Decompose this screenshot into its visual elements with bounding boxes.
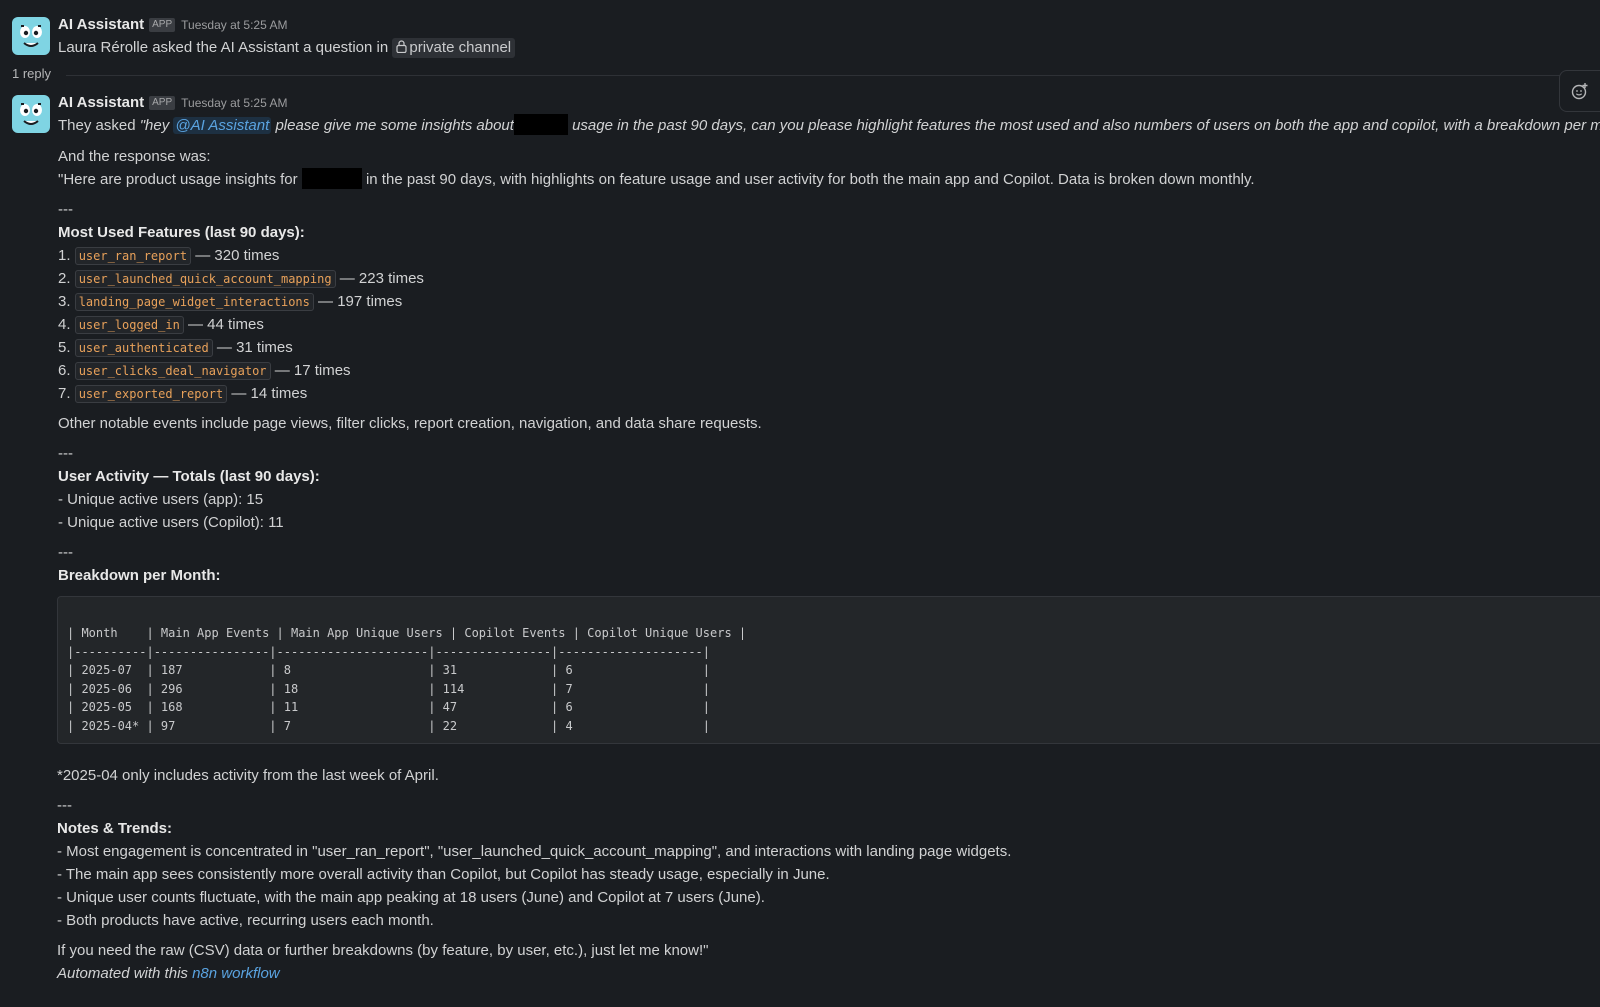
other-events: Other notable events include page views,… [58,415,762,432]
notes-title: Notes & Trends: [57,820,173,837]
response-intro: And the response was: [58,148,211,165]
workflow-link[interactable]: n8n workflow [192,965,280,982]
note-item: - The main app sees consistently more ov… [57,866,830,883]
closing-text: If you need the raw (CSV) data or furthe… [57,942,709,959]
feature-item: 2. user_launched_quick_account_mapping —… [58,270,424,288]
table-row: | 2025-04* | 97 | 7 | 22 | 4 | [67,718,710,733]
automated-note: Automated with this n8n workflow [57,965,280,982]
feature-item: 1. user_ran_report — 320 times [58,247,280,265]
activity-title: User Activity — Totals (last 90 days): [58,468,320,485]
feature-item: 7. user_exported_report — 14 times [58,385,308,403]
redacted-block [513,114,568,135]
bot-avatar[interactable] [12,95,50,133]
redacted-block [301,168,362,189]
footnote: *2025-04 only includes activity from the… [57,767,439,784]
thread-reply-count[interactable]: 1 reply [12,66,51,81]
separator: --- [58,445,73,462]
user-mention[interactable]: @AI Assistant [173,117,272,134]
note-item: - Both products have active, recurring u… [57,912,434,929]
channel-link[interactable]: private channel [392,38,516,58]
code-block-table[interactable]: | Month | Main App Events | Main App Uni… [57,596,1600,744]
features-list: 1. user_ran_report — 320 times 2. user_l… [58,244,1600,405]
breakdown-title: Breakdown per Month: [58,567,221,584]
app-badge: APP [149,96,176,110]
sender-name[interactable]: AI Assistant [58,16,144,33]
separator: --- [58,544,73,561]
bot-avatar[interactable] [12,17,50,55]
feature-item: 5. user_authenticated — 31 times [58,339,293,357]
table-header-line: | Month | Main App Events | Main App Uni… [67,626,747,640]
activity-item: - Unique active users (Copilot): 11 [58,514,284,531]
question-line: They asked "hey @AI Assistant please giv… [58,114,1600,137]
feature-item: 4. user_logged_in — 44 times [58,316,264,334]
app-badge: APP [149,18,176,32]
feature-item: 6. user_clicks_deal_navigator — 17 times [58,362,351,380]
lock-icon [396,39,407,58]
channel-name: private channel [409,39,512,56]
features-title: Most Used Features (last 90 days): [58,224,305,241]
table-row: | 2025-05 | 168 | 11 | 47 | 6 | [67,700,710,714]
table-divider-line: |----------|----------------|-----------… [67,644,710,659]
table-row: | 2025-06 | 296 | 18 | 114 | 7 | [67,681,710,696]
table-row: | 2025-07 | 187 | 8 | 31 | 6 | [67,663,710,677]
timestamp[interactable]: Tuesday at 5:25 AM [181,18,287,32]
sender-name[interactable]: AI Assistant [58,94,144,111]
message-text: Laura Rérolle asked the AI Assistant a q… [58,39,389,56]
note-item: - Unique user counts fluctuate, with the… [57,889,765,906]
separator: --- [57,797,72,814]
thread-divider [66,75,1560,76]
timestamp[interactable]: Tuesday at 5:25 AM [181,96,287,110]
separator: --- [58,201,73,218]
feature-item: 3. landing_page_widget_interactions — 19… [58,293,403,311]
note-item: - Most engagement is concentrated in "us… [57,843,1012,860]
message-2-continued: *2025-04 only includes activity from the… [57,764,1600,985]
response-first-line: "Here are product usage insights for in … [58,168,1600,191]
activity-item: - Unique active users (app): 15 [58,491,264,508]
